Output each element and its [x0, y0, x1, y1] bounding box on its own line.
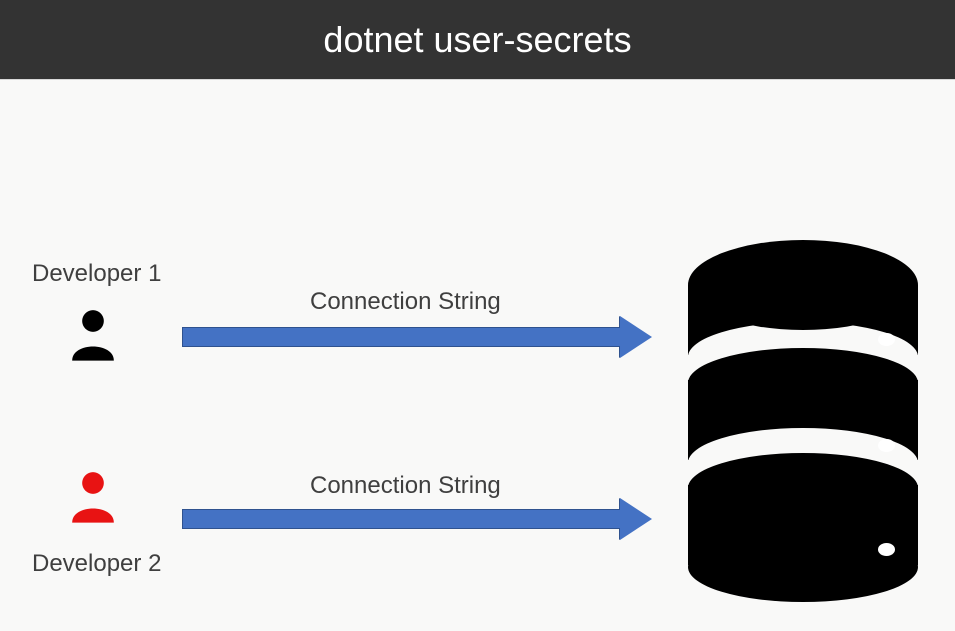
developer-1-label: Developer 1: [32, 260, 161, 288]
connection-string-label-1: Connection String: [310, 288, 501, 316]
database-icon: [688, 240, 918, 600]
developer-2-label: Developer 2: [32, 550, 161, 578]
diagram-canvas: Developer 1 Connection String Developer …: [0, 80, 955, 631]
slide-title: dotnet user-secrets: [323, 19, 631, 61]
person-icon: [68, 306, 118, 369]
slide-title-bar: dotnet user-secrets: [0, 0, 955, 80]
connection-string-label-2: Connection String: [310, 472, 501, 500]
person-icon: [68, 468, 118, 531]
arrow-icon: [182, 504, 652, 534]
arrow-icon: [182, 322, 652, 352]
